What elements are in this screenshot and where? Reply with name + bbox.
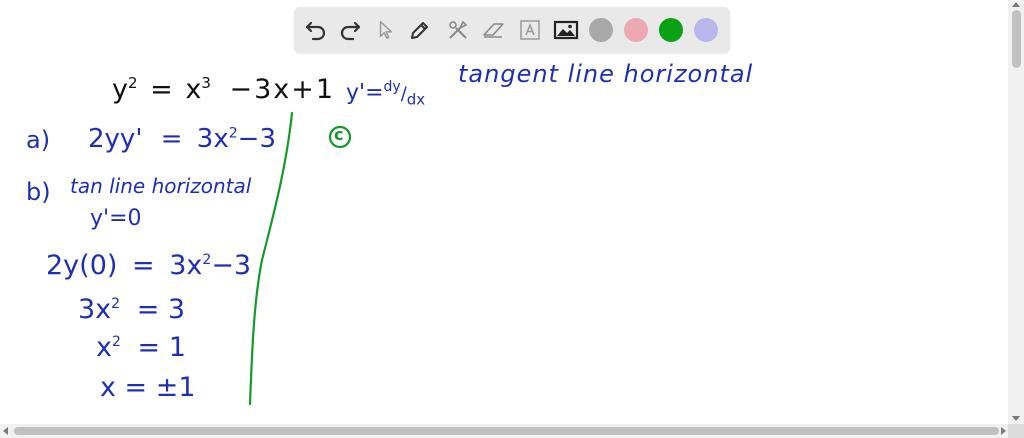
horizontal-scroll-thumb[interactable] <box>14 427 999 435</box>
part-c-label: c <box>334 125 344 144</box>
scroll-up-arrow-icon[interactable] <box>1012 2 1020 7</box>
vertical-scroll-thumb[interactable] <box>1012 10 1021 68</box>
green-annotations <box>248 111 352 406</box>
scroll-corner <box>1008 424 1024 438</box>
scroll-down-arrow-icon[interactable] <box>1012 416 1020 421</box>
green-divider-line <box>248 111 294 406</box>
scroll-right-arrow-icon[interactable] <box>1001 427 1006 435</box>
scroll-left-arrow-icon[interactable] <box>3 427 8 435</box>
whiteboard-canvas[interactable]: y2 = x3 −3x+1 y'=dy/dx tangent line hori… <box>0 0 1008 424</box>
